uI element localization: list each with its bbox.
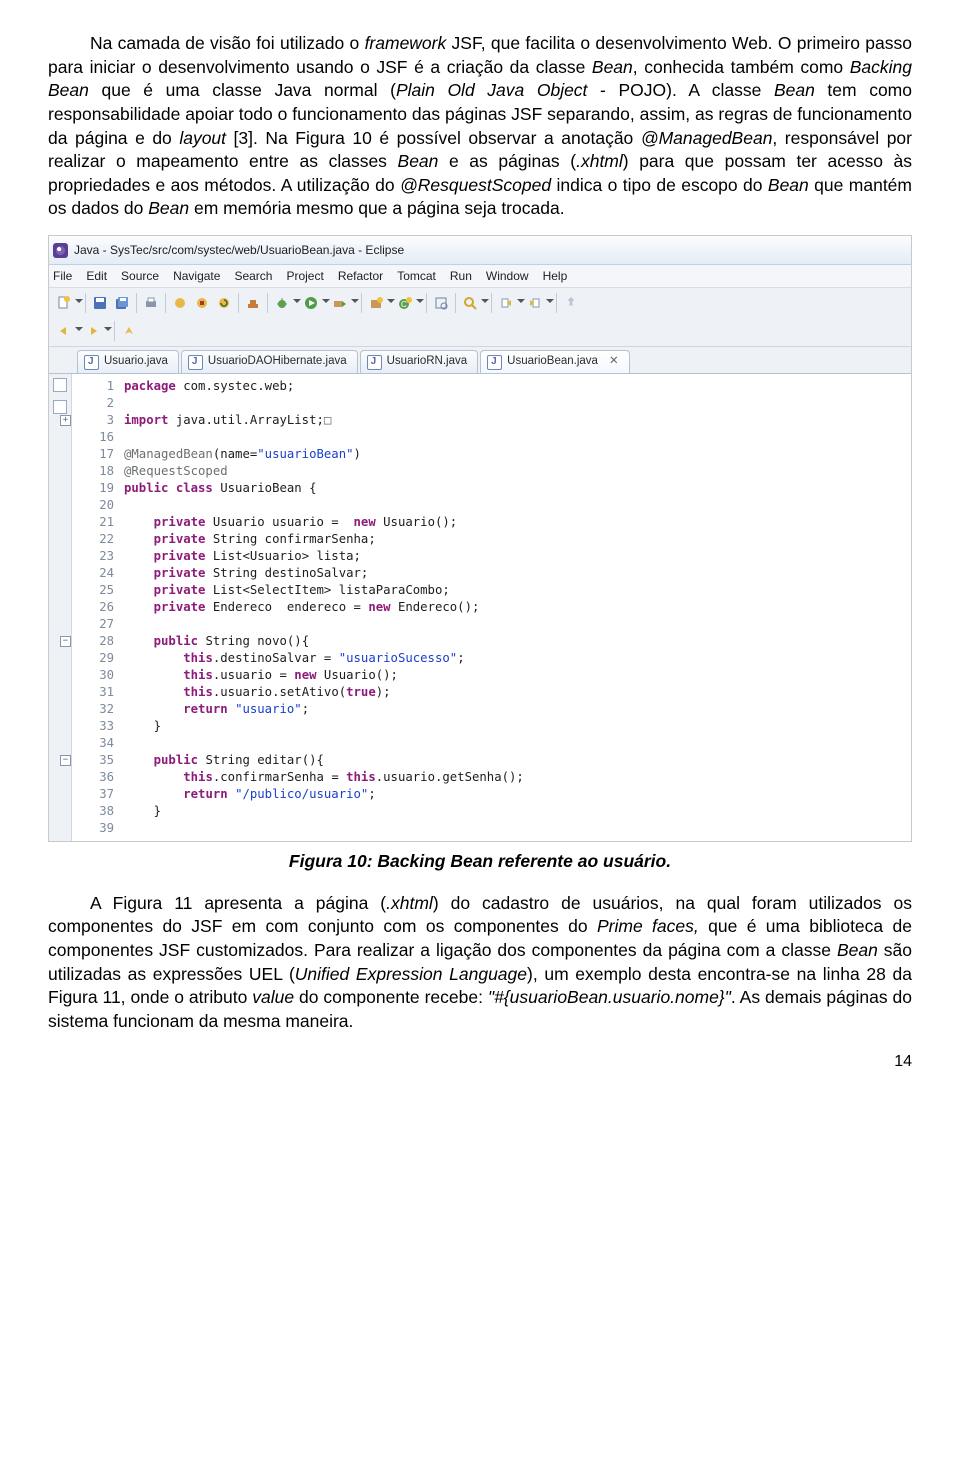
paragraph-2: A Figura 11 apresenta a página (.xhtml) … <box>48 892 912 1034</box>
save-all-icon[interactable] <box>112 293 132 313</box>
forward-icon[interactable] <box>83 321 103 341</box>
menu-help[interactable]: Help <box>543 268 568 284</box>
page-number: 14 <box>48 1051 912 1073</box>
new-class-icon[interactable]: C <box>395 293 415 313</box>
search-icon[interactable] <box>460 293 480 313</box>
dropdown-icon[interactable] <box>481 293 488 313</box>
line-gutter: 12+3161718192021222324252627−28293031323… <box>72 374 120 841</box>
back-icon[interactable] <box>54 321 74 341</box>
dropdown-icon[interactable] <box>517 293 524 313</box>
annotation-prev-icon[interactable] <box>496 293 516 313</box>
tab-usuariodaohibernate-java[interactable]: UsuarioDAOHibernate.java <box>181 350 358 373</box>
java-file-icon <box>188 355 203 370</box>
print-icon[interactable] <box>141 293 161 313</box>
close-icon[interactable]: ✕ <box>609 354 619 370</box>
menu-refactor[interactable]: Refactor <box>338 268 383 284</box>
menu-navigate[interactable]: Navigate <box>173 268 220 284</box>
window-title: Java - SysTec/src/com/systec/web/Usuario… <box>74 242 404 258</box>
menu-tomcat[interactable]: Tomcat <box>397 268 436 284</box>
window-titlebar: Java - SysTec/src/com/systec/web/Usuario… <box>49 236 911 265</box>
annotation-next-icon[interactable] <box>525 293 545 313</box>
menu-run[interactable]: Run <box>450 268 472 284</box>
toolbar[interactable]: C <box>49 288 911 347</box>
figure-caption: Figura 10: Backing Bean referente ao usu… <box>48 850 912 874</box>
menu-search[interactable]: Search <box>234 268 272 284</box>
menu-project[interactable]: Project <box>286 268 323 284</box>
tomcat-start-icon[interactable] <box>170 293 190 313</box>
save-icon[interactable] <box>90 293 110 313</box>
code-editor[interactable]: 12+3161718192021222324252627−28293031323… <box>72 374 911 841</box>
java-file-icon <box>487 355 502 370</box>
java-file-icon <box>84 355 99 370</box>
menu-edit[interactable]: Edit <box>86 268 107 284</box>
java-file-icon <box>367 355 382 370</box>
paragraph-1: Na camada de visão foi utilizado o frame… <box>48 32 912 221</box>
new-icon[interactable] <box>54 293 74 313</box>
debug-icon[interactable] <box>272 293 292 313</box>
eclipse-screenshot: Java - SysTec/src/com/systec/web/Usuario… <box>48 235 912 842</box>
run-last-icon[interactable] <box>330 293 350 313</box>
dropdown-icon[interactable] <box>293 293 300 313</box>
pin-icon[interactable] <box>561 293 581 313</box>
dropdown-icon[interactable] <box>416 293 423 313</box>
restore-icon[interactable] <box>53 378 67 392</box>
dropdown-icon[interactable] <box>75 321 82 341</box>
open-type-icon[interactable] <box>431 293 451 313</box>
dropdown-icon[interactable] <box>351 293 358 313</box>
eclipse-icon <box>53 243 68 258</box>
dropdown-icon[interactable] <box>104 321 111 341</box>
svg-text:C: C <box>401 300 407 309</box>
toggle-highlight-icon[interactable] <box>119 321 139 341</box>
run-icon[interactable] <box>301 293 321 313</box>
menu-window[interactable]: Window <box>486 268 529 284</box>
tab-usuariorn-java[interactable]: UsuarioRN.java <box>360 350 479 373</box>
dropdown-icon[interactable] <box>387 293 394 313</box>
new-package-icon[interactable] <box>366 293 386 313</box>
menu-source[interactable]: Source <box>121 268 159 284</box>
menubar[interactable]: File Edit Source Navigate Search Project Refac… <box>49 265 911 288</box>
code-area[interactable]: package com.systec.web; import java.util… <box>120 374 911 841</box>
tomcat-stop-icon[interactable] <box>192 293 212 313</box>
dropdown-icon[interactable] <box>322 293 329 313</box>
left-rail[interactable] <box>49 374 72 841</box>
editor-tabs[interactable]: Usuario.javaUsuarioDAOHibernate.javaUsua… <box>49 347 911 374</box>
menu-file[interactable]: File <box>53 268 72 284</box>
tab-usuario-java[interactable]: Usuario.java <box>77 350 179 373</box>
dropdown-icon[interactable] <box>546 293 553 313</box>
dropdown-icon[interactable] <box>75 293 82 313</box>
tab-usuariobean-java[interactable]: UsuarioBean.java✕ <box>480 350 629 373</box>
build-icon[interactable] <box>243 293 263 313</box>
outline-icon[interactable] <box>53 400 67 414</box>
tomcat-restart-icon[interactable] <box>214 293 234 313</box>
